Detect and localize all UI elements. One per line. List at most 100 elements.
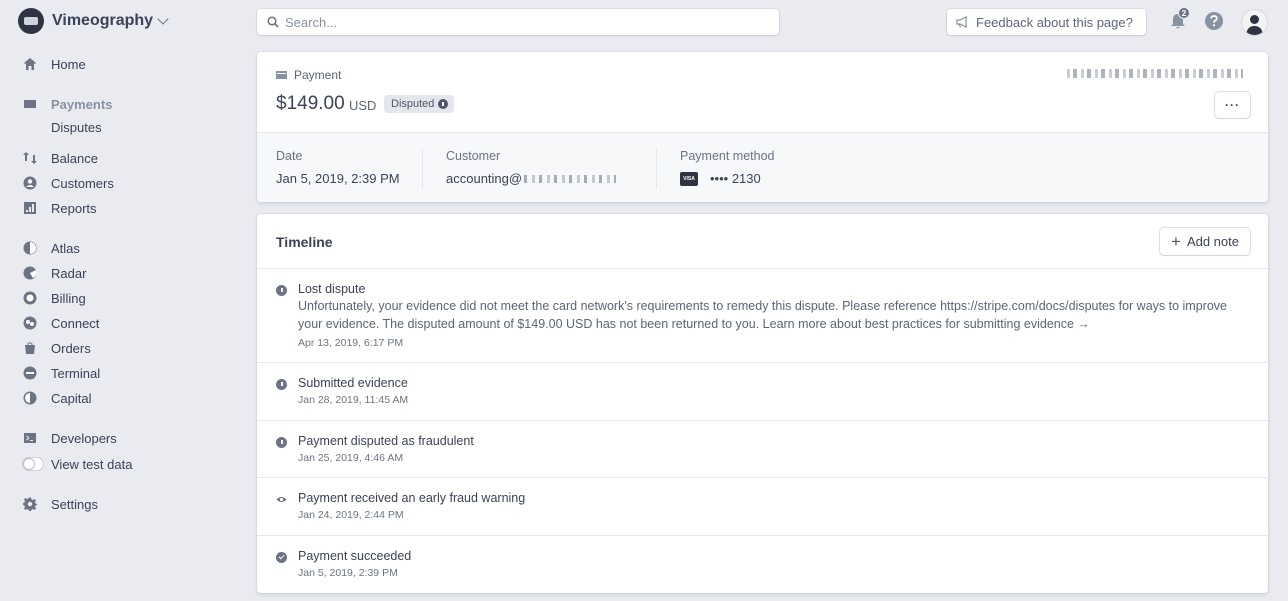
home-icon bbox=[22, 56, 38, 72]
sidebar-item-label: View test data bbox=[51, 456, 133, 472]
brand-logo bbox=[18, 8, 44, 34]
feedback-label: Feedback about this page? bbox=[976, 14, 1133, 30]
search-bar[interactable] bbox=[257, 9, 779, 35]
sidebar-item-label: Reports bbox=[51, 200, 97, 216]
brand-name: Vimeography bbox=[52, 12, 154, 29]
payment-method: VISA •••• 2130 bbox=[680, 171, 775, 186]
sidebar-item-label: Capital bbox=[51, 390, 92, 406]
radar-icon bbox=[22, 265, 38, 281]
timeline-event: Lost dispute Unfortunately, your evidenc… bbox=[257, 268, 1268, 362]
terminal-icon bbox=[22, 365, 38, 381]
sidebar-item-label: Developers bbox=[51, 430, 117, 446]
sidebar-item-capital[interactable]: Capital bbox=[22, 388, 91, 408]
timeline-event: Payment succeeded Jan 5, 2019, 2:39 PM bbox=[257, 535, 1268, 593]
view-test-data-toggle[interactable]: View test data bbox=[22, 454, 132, 474]
sidebar-item-connect[interactable]: Connect bbox=[22, 313, 99, 333]
timeline-event: Payment received an early fraud warning … bbox=[257, 477, 1268, 535]
info-icon bbox=[276, 285, 287, 296]
sidebar-item-home[interactable]: Home bbox=[22, 54, 86, 74]
payment-amount: $149.00 bbox=[276, 93, 345, 114]
gear-icon bbox=[22, 496, 38, 512]
add-note-button[interactable]: + Add note bbox=[1160, 228, 1250, 255]
chevron-down-icon bbox=[157, 13, 169, 25]
help-button[interactable] bbox=[1203, 10, 1225, 32]
search-icon bbox=[267, 16, 279, 28]
customer-link[interactable]: accounting@ bbox=[446, 171, 617, 186]
date-label: Date bbox=[276, 149, 303, 163]
sidebar-item-terminal[interactable]: Terminal bbox=[22, 363, 100, 383]
customer-label: Customer bbox=[446, 149, 501, 163]
account-switcher[interactable]: Vimeography bbox=[18, 8, 169, 34]
date-value: Jan 5, 2019, 2:39 PM bbox=[276, 171, 400, 186]
sidebar-item-reports[interactable]: Reports bbox=[22, 198, 97, 218]
payment-summary-card: Payment $149.00 USD Disputed ··· Date Ja… bbox=[257, 52, 1268, 202]
payment-section-label: Payment bbox=[276, 68, 341, 82]
user-avatar-icon bbox=[1242, 10, 1267, 35]
divider bbox=[422, 149, 423, 189]
detail-date: Date Jan 5, 2019, 2:39 PM bbox=[276, 149, 400, 186]
info-icon bbox=[276, 379, 287, 390]
event-title: Payment succeeded bbox=[298, 549, 412, 563]
payment-method-label: Payment method bbox=[680, 149, 775, 163]
sidebar-item-label: Connect bbox=[51, 315, 100, 331]
search-input[interactable] bbox=[285, 14, 765, 30]
sidebar-item-settings[interactable]: Settings bbox=[22, 494, 98, 514]
redacted-email bbox=[524, 174, 617, 183]
event-title: Payment received an early fraud warning bbox=[298, 491, 526, 505]
balance-icon bbox=[22, 150, 38, 166]
reports-icon bbox=[22, 200, 38, 216]
sidebar: Vimeography Home Payments Disputes Balan… bbox=[0, 0, 240, 601]
payment-details: Date Jan 5, 2019, 2:39 PM Customer accou… bbox=[257, 132, 1268, 202]
event-time: Jan 24, 2019, 2:44 PM bbox=[298, 509, 404, 521]
add-note-label: Add note bbox=[1186, 234, 1239, 249]
billing-icon bbox=[22, 290, 38, 306]
avatar[interactable] bbox=[1242, 10, 1267, 35]
sidebar-item-label: Billing bbox=[51, 290, 86, 306]
payment-label-text: Payment bbox=[294, 68, 342, 82]
more-actions-button[interactable]: ··· bbox=[1215, 92, 1250, 118]
notification-badge: 2 bbox=[1178, 7, 1190, 19]
sidebar-item-label: Home bbox=[51, 56, 86, 72]
event-title: Submitted evidence bbox=[298, 376, 408, 390]
sidebar-item-atlas[interactable]: Atlas bbox=[22, 238, 80, 258]
card-last4: •••• 2130 bbox=[710, 171, 761, 186]
sidebar-item-balance[interactable]: Balance bbox=[22, 148, 98, 168]
sidebar-item-radar[interactable]: Radar bbox=[22, 263, 86, 283]
sidebar-item-developers[interactable]: Developers bbox=[22, 428, 117, 448]
sidebar-item-payments[interactable]: Payments bbox=[22, 94, 112, 114]
orders-icon bbox=[22, 340, 38, 356]
event-time: Apr 13, 2019, 6:17 PM bbox=[298, 337, 404, 349]
sidebar-item-label: Payments bbox=[51, 96, 113, 112]
status-badge[interactable]: Disputed bbox=[384, 95, 455, 113]
feedback-button[interactable]: Feedback about this page? bbox=[947, 9, 1146, 35]
help-icon bbox=[1205, 12, 1223, 30]
capital-icon bbox=[22, 390, 38, 406]
customers-icon bbox=[22, 175, 38, 191]
payment-icon bbox=[276, 71, 287, 79]
timeline-event: Payment disputed as fraudulent Jan 25, 2… bbox=[257, 420, 1268, 477]
event-time: Jan 25, 2019, 4:46 AM bbox=[298, 452, 404, 464]
event-title: Lost dispute bbox=[298, 282, 366, 296]
sidebar-item-customers[interactable]: Customers bbox=[22, 173, 114, 193]
payments-icon bbox=[22, 96, 38, 112]
sidebar-item-label: Customers bbox=[51, 175, 114, 191]
notifications-button[interactable]: 2 bbox=[1167, 7, 1190, 32]
sidebar-item-label: Atlas bbox=[51, 240, 80, 256]
sidebar-item-label: Balance bbox=[51, 150, 98, 166]
sidebar-item-label: Settings bbox=[51, 496, 98, 512]
sidebar-item-label: Terminal bbox=[51, 365, 101, 381]
toggle-switch[interactable] bbox=[22, 457, 44, 471]
sidebar-item-orders[interactable]: Orders bbox=[22, 338, 91, 358]
detail-payment-method: Payment method VISA •••• 2130 bbox=[680, 149, 775, 186]
atlas-icon bbox=[22, 240, 38, 256]
detail-customer: Customer accounting@ bbox=[446, 149, 617, 186]
redacted-payment-id bbox=[1067, 69, 1243, 78]
sidebar-item-disputes[interactable]: Disputes bbox=[51, 120, 102, 135]
visa-card-icon: VISA bbox=[680, 171, 698, 186]
info-icon bbox=[276, 437, 287, 448]
divider bbox=[656, 149, 657, 189]
event-time: Jan 28, 2019, 11:45 AM bbox=[298, 394, 409, 406]
developers-icon bbox=[22, 430, 38, 446]
sidebar-item-billing[interactable]: Billing bbox=[22, 288, 86, 308]
timeline-event: Submitted evidence Jan 28, 2019, 11:45 A… bbox=[257, 362, 1268, 420]
